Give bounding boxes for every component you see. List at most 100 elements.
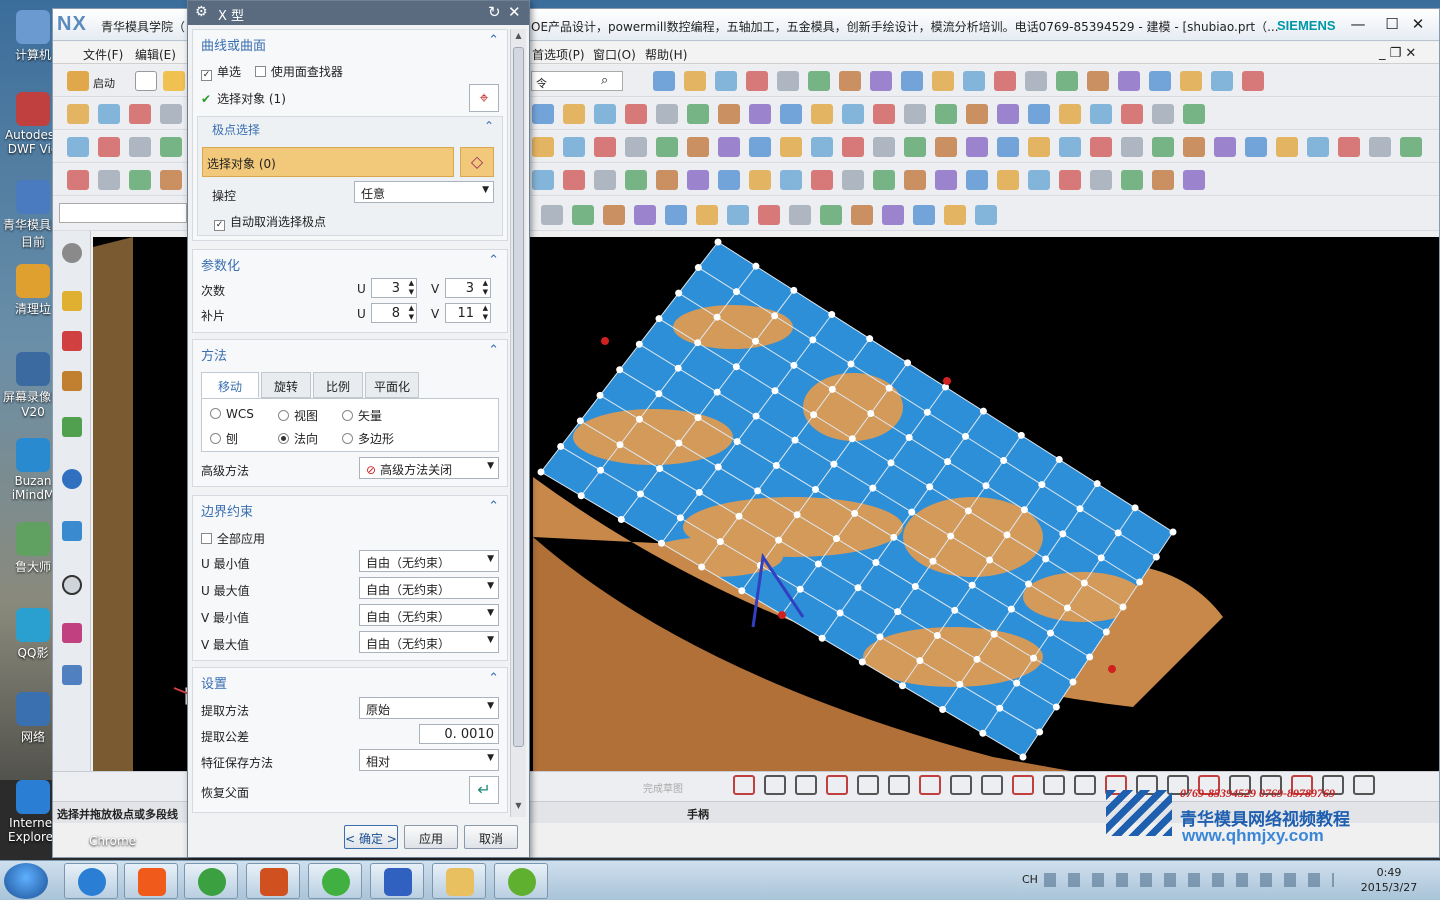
pole-point[interactable] (695, 488, 703, 496)
radio-wcs[interactable]: WCS (210, 407, 254, 421)
toolbar-tool-icon[interactable] (901, 71, 923, 91)
pole-point[interactable] (1003, 531, 1011, 539)
toolbar-tool-icon[interactable] (873, 170, 895, 190)
menu-edit[interactable]: 编辑(E) (135, 46, 176, 63)
radio-vector[interactable]: 矢量 (342, 407, 382, 424)
taskbar-explorer[interactable] (432, 863, 486, 899)
toolbar-tool-icon[interactable] (1149, 71, 1171, 91)
handle-point[interactable] (943, 377, 951, 385)
tab-planarize[interactable]: 平面化 (365, 372, 419, 398)
u-max-dropdown[interactable]: 自由（无约束） ▼ (359, 577, 499, 599)
pole-point[interactable] (676, 514, 684, 522)
toolbar-tool-icon[interactable] (718, 137, 740, 157)
toolbar-tool-icon[interactable] (563, 137, 585, 157)
collapse-caret-icon[interactable]: ⌃ (488, 343, 499, 358)
pole-point[interactable] (867, 409, 875, 417)
toolbar-tool-icon[interactable] (1338, 137, 1360, 157)
pole-point[interactable] (1119, 603, 1127, 611)
pole-point[interactable] (858, 658, 866, 666)
pole-point[interactable] (1076, 505, 1084, 513)
spinner-arrows-icon[interactable]: ▲ ▼ (483, 279, 488, 297)
toolbar-tool-icon[interactable] (665, 205, 687, 225)
toolbar-tool-icon[interactable] (532, 170, 554, 190)
pole-point[interactable] (752, 412, 760, 420)
toolbar-tool-icon[interactable] (873, 104, 895, 124)
toolbar-tool-icon[interactable] (594, 137, 616, 157)
pole-point[interactable] (836, 609, 844, 617)
toolbar-tool-icon[interactable] (98, 104, 120, 124)
pole-point[interactable] (887, 459, 895, 467)
pole-point[interactable] (733, 288, 740, 296)
history-clock-icon[interactable] (62, 575, 82, 595)
pole-point[interactable] (655, 390, 663, 398)
toolbar-tool-icon[interactable] (1059, 137, 1081, 157)
auto-deselect-row[interactable]: ✓ 自动取消选择极点 (214, 213, 326, 231)
pole-point[interactable] (557, 442, 565, 450)
toolbar-tool-icon[interactable] (1028, 170, 1050, 190)
pole-point[interactable] (899, 682, 906, 690)
pole-select-object[interactable]: 选择对象 (0) (202, 147, 454, 177)
toolbar-tool-icon[interactable] (1087, 71, 1109, 91)
handle-point[interactable] (778, 611, 786, 619)
pole-point[interactable] (1102, 628, 1110, 636)
pole-point[interactable] (1059, 530, 1067, 538)
toolbar-tool-icon[interactable] (687, 170, 709, 190)
handle-point[interactable] (601, 337, 609, 345)
toolbar-tool-icon[interactable] (1183, 104, 1205, 124)
taskbar-360[interactable] (308, 863, 362, 899)
pole-point[interactable] (714, 463, 722, 471)
toolbar-tool-icon[interactable] (842, 104, 864, 124)
pole-point[interactable] (772, 462, 780, 470)
pole-point[interactable] (790, 286, 798, 294)
dialog-close-icon[interactable]: ✕ (508, 3, 521, 21)
language-indicator[interactable]: CH (1022, 873, 1038, 886)
auto-deselect-checkbox[interactable]: ✓ (214, 220, 225, 231)
toolbar-tool-icon[interactable] (656, 137, 678, 157)
open-folder-icon[interactable] (163, 71, 185, 91)
pole-point[interactable] (962, 432, 969, 440)
close-button[interactable]: ✕ (1407, 13, 1429, 35)
pole-point[interactable] (1069, 678, 1077, 686)
collapse-caret-icon[interactable]: ⌃ (488, 671, 499, 686)
pole-point[interactable] (812, 485, 819, 493)
scroll-down-icon[interactable]: ▼ (513, 801, 524, 813)
toolbar-tool-icon[interactable] (1369, 137, 1391, 157)
toolbar-tool-icon[interactable] (718, 104, 740, 124)
toolbar-tool-icon[interactable] (1121, 170, 1143, 190)
toolbar-tool-icon[interactable] (935, 137, 957, 157)
single-select-row[interactable]: ✓ 单选 使用面查找器 (201, 63, 343, 81)
toolbar-tool-icon[interactable] (634, 205, 656, 225)
toolbar-tool-icon[interactable] (811, 170, 833, 190)
pole-point[interactable] (1013, 679, 1021, 687)
sketch-tool-icon[interactable] (826, 775, 848, 795)
toolbar-tool-icon[interactable] (129, 137, 151, 157)
sketch-tool-icon[interactable] (919, 775, 941, 795)
toolbar-tool-icon[interactable] (997, 104, 1019, 124)
pole-point[interactable] (596, 391, 604, 399)
pole-point[interactable] (964, 507, 972, 515)
start-icon[interactable] (67, 71, 89, 91)
pole-point[interactable] (990, 630, 998, 638)
toolbar-tool-icon[interactable] (687, 104, 709, 124)
pole-point[interactable] (733, 438, 741, 446)
toolbar-tool-icon[interactable] (913, 205, 935, 225)
toolbar-tool-icon[interactable] (1121, 104, 1143, 124)
feature-save-dropdown[interactable]: 相对 ▼ (359, 749, 499, 771)
menu-preferences[interactable]: 首选项(P) (532, 46, 585, 63)
gear-icon[interactable]: ⚙ (195, 4, 208, 20)
tab-scale[interactable]: 比例 (313, 372, 363, 398)
settings-gear-icon[interactable] (62, 243, 82, 263)
toolbar-tool-icon[interactable] (129, 170, 151, 190)
toolbar-tool-icon[interactable] (780, 104, 802, 124)
toolbar-tool-icon[interactable] (904, 137, 926, 157)
toolbar-tool-icon[interactable] (749, 104, 771, 124)
toolbar-tool-icon[interactable] (1152, 137, 1174, 157)
pole-point[interactable] (872, 559, 880, 567)
pole-point[interactable] (738, 587, 746, 595)
select-object-row[interactable]: ✔ 选择对象 (1) (201, 90, 286, 107)
pole-point[interactable] (716, 538, 724, 546)
toolbar-tool-icon[interactable] (873, 137, 895, 157)
cancel-button[interactable]: 取消 (464, 825, 518, 849)
pole-point[interactable] (637, 490, 644, 498)
pole-point[interactable] (790, 361, 798, 369)
